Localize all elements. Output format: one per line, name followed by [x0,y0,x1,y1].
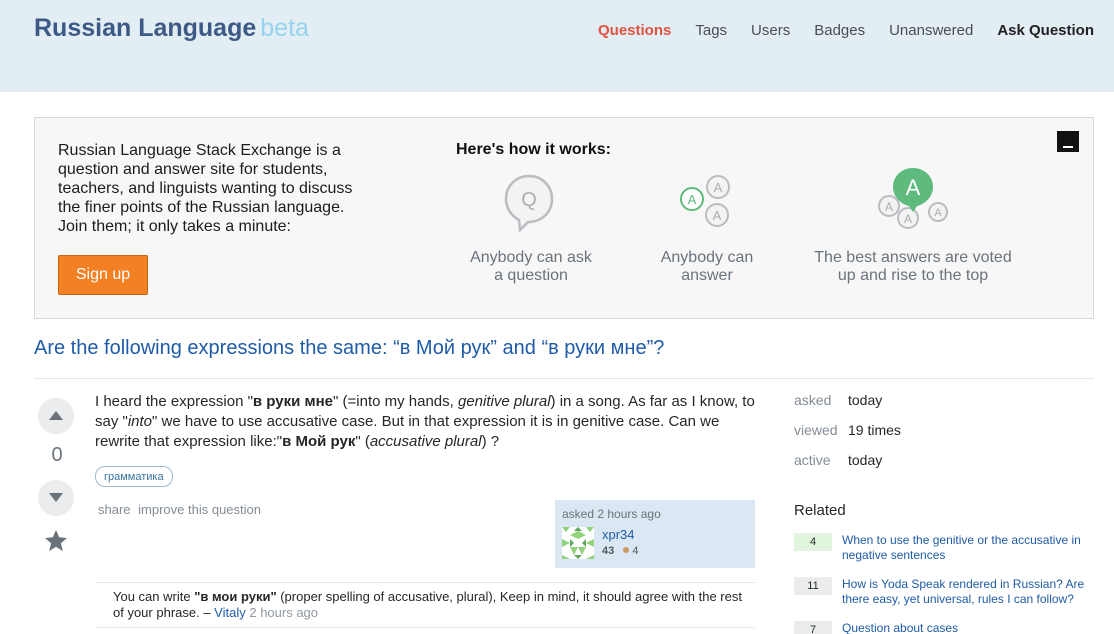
body-italic: genitive plural [457,393,551,410]
meta-label: active [794,452,831,468]
comment-time: 2 hours ago [245,605,319,620]
avatar[interactable] [562,527,594,559]
step-vote-line1: The best answers are voted [814,249,1012,266]
nav-ask-question[interactable]: Ask Question [997,22,1094,39]
nav-unanswered[interactable]: Unanswered [889,22,973,39]
related-score: 7 [794,621,832,634]
svg-text:A: A [934,207,942,219]
best-answer-icon: A A A A [878,168,948,229]
related-link[interactable]: When to use the genitive or the accusati… [842,533,1092,563]
nav-questions[interactable]: Questions [598,22,671,39]
body-bold: в руки мне [252,393,334,410]
meta-active: active today [794,452,882,468]
nav-users[interactable]: Users [751,22,790,39]
main-nav: Questions Tags Users Badges Unanswered A… [598,22,1094,39]
meta-viewed: viewed 19 times [794,422,901,438]
svg-text:Q: Q [521,189,537,211]
meta-label: viewed [794,422,838,438]
comment-divider [95,582,755,583]
question-title[interactable]: Are the following expressions the same: … [34,337,664,360]
svg-text:A: A [714,180,723,195]
nav-badges[interactable]: Badges [814,22,865,39]
step-answer: Anybody can answer [647,249,767,285]
body-italic: accusative plural [369,433,482,450]
owner-reputation: 43 4 [602,545,638,557]
related-score: 4 [794,533,832,551]
vote-count: 0 [51,444,63,466]
meta-asked: asked today [794,392,882,408]
nav-tags[interactable]: Tags [695,22,727,39]
comment-text: You can write [113,589,195,604]
how-it-works-title: Here's how it works: [456,141,611,158]
favorite-star-icon[interactable] [43,528,69,554]
improve-link[interactable]: improve this question [138,502,261,517]
arrow-down-icon [49,493,63,502]
welcome-box: Russian Language Stack Exchange is a que… [34,117,1094,319]
step-vote: The best answers are voted up and rise t… [805,249,1021,285]
body-text: " (=into my hands, [333,393,458,410]
question-body: I heard the expression "в руки мне" (=in… [95,392,755,452]
body-italic: into [127,413,153,430]
answers-bubbles-icon: A A A [680,175,730,227]
step-ask: Anybody can ask a question [455,249,607,285]
body-text: I heard the expression " [95,393,253,410]
step-ask-line2: a question [494,267,568,284]
downvote-button[interactable] [38,480,74,516]
related-score: 11 [794,577,832,595]
svg-text:A: A [885,200,893,214]
step-answer-line1: Anybody can [660,249,754,266]
comment-user-link[interactable]: Vitaly [214,605,246,620]
question-bubble-icon: Q [504,174,554,233]
site-header: Russian Language beta Questions Tags User… [0,0,1114,92]
meta-value: 19 times [848,422,901,438]
bronze-count: 4 [632,545,639,557]
minimize-button[interactable] [1057,131,1079,152]
site-logo[interactable]: Russian Language beta [34,14,309,43]
beta-badge: beta [260,14,309,42]
welcome-text: Russian Language Stack Exchange is a que… [58,142,353,235]
upvote-button[interactable] [38,398,74,434]
body-text: ) ? [481,433,500,450]
comment: You can write "в мои руки" (proper spell… [113,589,753,621]
related-link[interactable]: How is Yoda Speak rendered in Russian? A… [842,577,1092,607]
meta-label: asked [794,392,832,408]
share-link[interactable]: share [98,502,131,517]
svg-text:A: A [713,208,722,223]
post-menu: share improve this question [98,502,265,517]
body-text: " ( [355,433,370,450]
svg-text:A: A [904,212,912,226]
title-divider [34,378,1094,379]
related-link[interactable]: Question about cases [842,621,1092,634]
meta-value[interactable]: today [848,452,882,468]
bronze-badge: 4 [623,545,638,557]
comment-divider [95,627,755,628]
bronze-badge-icon [623,547,630,553]
comment-bold: "в мои руки" [194,589,277,604]
owner-card: asked 2 hours ago xpr34 43 4 [555,500,755,568]
signup-button[interactable]: Sign up [58,255,148,295]
site-name: Russian Language [34,14,257,42]
svg-text:A: A [906,175,921,200]
reputation-score: 43 [602,545,615,557]
step-answer-line2: answer [681,267,733,284]
asked-time: asked 2 hours ago [562,507,661,521]
step-ask-line1: Anybody can ask [470,249,592,266]
step-vote-line2: up and rise to the top [837,267,989,284]
meta-value: today [848,392,883,408]
related-title: Related [794,502,846,519]
tag-grammar[interactable]: грамматика [95,466,173,487]
body-bold: в Мой рук [282,433,356,450]
svg-text:A: A [688,192,697,207]
arrow-up-icon [49,411,63,420]
owner-name[interactable]: xpr34 [602,527,635,542]
